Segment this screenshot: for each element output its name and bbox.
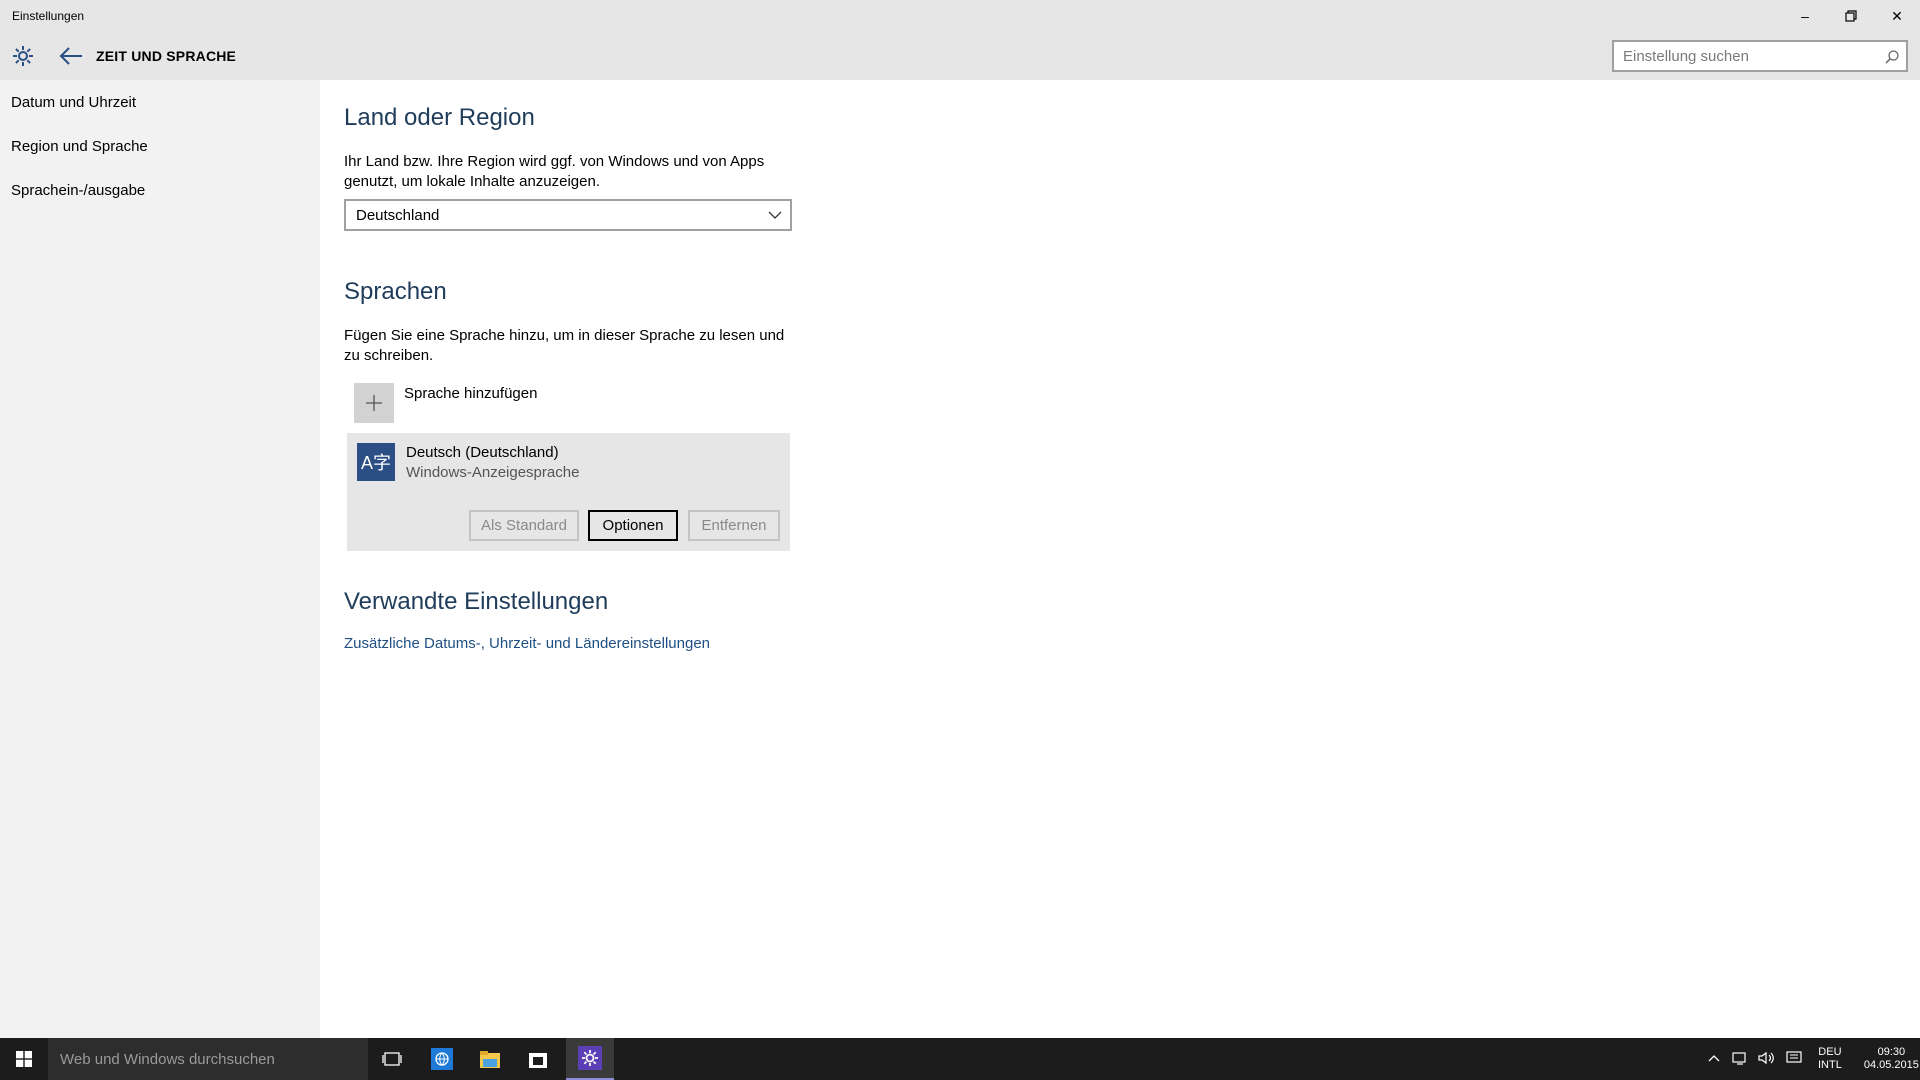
task-view-button[interactable] [368,1038,416,1080]
restore-icon [1845,10,1857,22]
add-language-button[interactable]: Sprache hinzufügen [354,383,537,423]
sidebar-item-datum[interactable]: Datum und Uhrzeit [11,94,136,111]
options-button[interactable]: Optionen [588,510,678,541]
settings-gear-icon [10,43,36,69]
window-controls: – ✕ [1782,0,1920,32]
set-default-button[interactable]: Als Standard [469,510,579,541]
remove-button[interactable]: Entfernen [688,510,780,541]
store-icon [529,1053,547,1068]
chevron-down-icon [768,211,782,219]
window-title: Einstellungen [12,9,85,23]
language-name: Deutsch (Deutschland) [406,444,559,461]
languages-heading: Sprachen [344,278,447,305]
close-button[interactable]: ✕ [1874,0,1920,32]
minimize-button[interactable]: – [1782,0,1828,32]
plus-icon [354,383,394,423]
taskbar: Web und Windows durchsuchen DEU INTL 09:… [0,1038,1920,1080]
clock[interactable]: 09:30 04.05.2015 [1864,1046,1919,1072]
search-icon [1885,50,1899,64]
browser-icon [431,1048,453,1070]
sidebar-item-sprachein[interactable]: Sprachein-/ausgabe [11,182,145,199]
chevron-up-icon[interactable] [1708,1053,1720,1065]
start-button[interactable] [0,1038,48,1080]
language-icon: A字 [357,443,395,481]
input-language-indicator[interactable]: DEU INTL [1818,1046,1842,1072]
add-language-label: Sprache hinzufügen [404,385,538,402]
region-selected-value: Deutschland [356,206,440,224]
related-heading: Verwandte Einstellungen [344,588,609,615]
sidebar-item-region[interactable]: Region und Sprache [11,138,148,155]
notifications-icon[interactable] [1786,1050,1802,1068]
language-item[interactable]: A字 Deutsch (Deutschland) Windows-Anzeige… [347,433,790,551]
sidebar: Datum und Uhrzeit Region und Sprache Spr… [0,80,320,1038]
taskbar-settings[interactable] [566,1038,614,1080]
clock-date: 04.05.2015 [1863,1059,1919,1071]
taskbar-store[interactable] [514,1038,562,1080]
input-language-bottom: INTL [1818,1059,1842,1071]
page-title: ZEIT UND SPRACHE [96,48,237,64]
task-view-icon [382,1052,402,1066]
volume-icon[interactable] [1758,1051,1776,1068]
network-icon[interactable] [1732,1051,1748,1068]
search-input[interactable] [1614,46,1874,66]
clock-time: 09:30 [1877,1046,1906,1058]
taskbar-search[interactable]: Web und Windows durchsuchen [48,1038,368,1080]
additional-settings-link[interactable]: Zusätzliche Datums-, Uhrzeit- und Länder… [344,635,710,652]
title-bar: Einstellungen – ✕ [0,0,1920,32]
system-tray: DEU INTL 09:30 04.05.2015 [1708,1038,1919,1080]
region-dropdown[interactable]: Deutschland [344,199,792,231]
region-description: Ihr Land bzw. Ihre Region wird ggf. von … [344,153,765,190]
input-language-top: DEU [1818,1046,1842,1058]
windows-logo-icon [16,1051,32,1067]
back-arrow-icon [59,47,82,65]
maximize-button[interactable] [1828,0,1874,32]
region-heading: Land oder Region [344,104,535,131]
folder-icon [480,1051,500,1068]
language-subtitle: Windows-Anzeigesprache [406,464,580,481]
header-bar: ZEIT UND SPRACHE [0,32,1920,80]
settings-search[interactable] [1612,40,1908,72]
taskbar-explorer[interactable] [466,1038,514,1080]
settings-icon [578,1046,602,1070]
back-button[interactable] [58,44,84,68]
taskbar-search-placeholder: Web und Windows durchsuchen [60,1050,275,1068]
taskbar-browser[interactable] [418,1038,466,1080]
languages-description: Fügen Sie eine Sprache hinzu, um in dies… [344,327,785,364]
main-content: Land oder Region Ihr Land bzw. Ihre Regi… [320,80,1920,1038]
